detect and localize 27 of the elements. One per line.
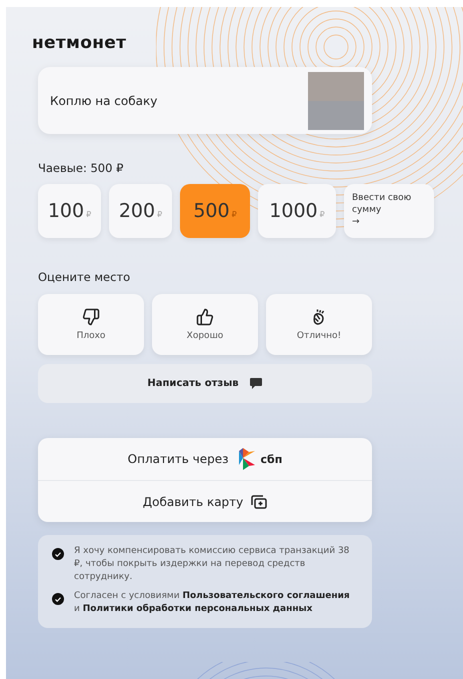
write-review-button[interactable]: Написать отзыв — [38, 364, 372, 403]
photo-placeholder — [308, 72, 364, 130]
rating-button[interactable]: Плохо — [38, 294, 144, 355]
tip-amount-button[interactable]: 500₽ — [180, 184, 250, 238]
custom-amount-button[interactable]: Ввести свою сумму → — [344, 184, 434, 238]
checkmark-icon — [55, 596, 61, 602]
sbp-brand: сбп — [260, 452, 282, 466]
checkbox[interactable] — [52, 593, 64, 606]
tip-label: Чаевые: 500 ₽ — [38, 161, 124, 175]
consent-text: Согласен с условиями Пользовательского соглашения и Политики обработки персональных данных — [74, 590, 351, 616]
goal-title: Коплю на собаку — [50, 94, 158, 108]
tip-amount-button[interactable]: 1000₽ — [258, 184, 336, 238]
logo: нетмонет — [32, 33, 128, 53]
checkmark-icon — [55, 552, 61, 556]
checkbox[interactable] — [52, 548, 64, 560]
tip-amount-button[interactable]: 200₽ — [109, 184, 172, 238]
pay-sbp-button[interactable]: Оплатить через сбп — [38, 438, 372, 480]
rating-button[interactable]: Хорошо — [152, 294, 258, 355]
chat-bubble-icon — [248, 377, 263, 390]
thumbs-down-icon — [82, 308, 100, 326]
tip-amount-button[interactable]: 100₽ — [38, 184, 101, 238]
add-card-icon — [251, 494, 268, 508]
add-card-button[interactable]: Добавить карту — [38, 480, 372, 522]
rating-button[interactable]: Отлично! — [266, 294, 372, 355]
consent-text: Я хочу компенсировать комиссию сервиса транзакций 38 ₽, чтобы покрыть издержки на перевод средств сотруднику. — [74, 545, 350, 584]
thumbs-up-icon — [196, 308, 214, 326]
rating-label: Оцените место — [38, 270, 132, 284]
